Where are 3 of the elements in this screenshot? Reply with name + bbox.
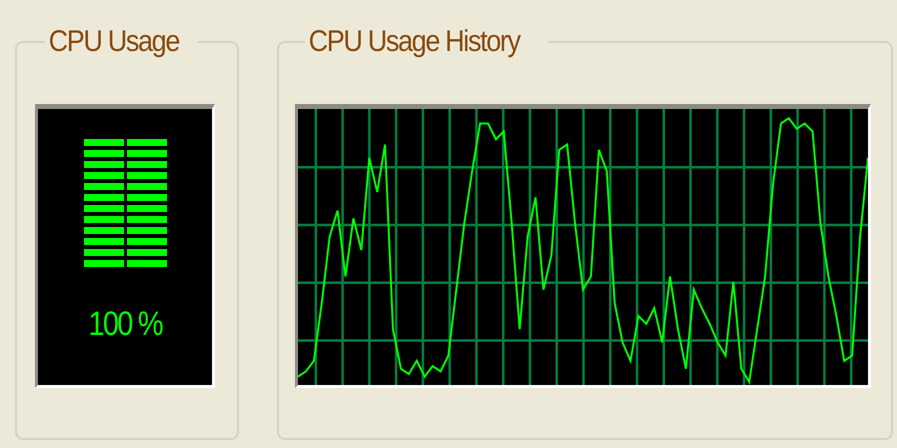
usage-percent: 100 % (88, 305, 162, 344)
group-title: CPU Usage History (308, 24, 522, 60)
group-title: CPU Usage (48, 24, 180, 60)
